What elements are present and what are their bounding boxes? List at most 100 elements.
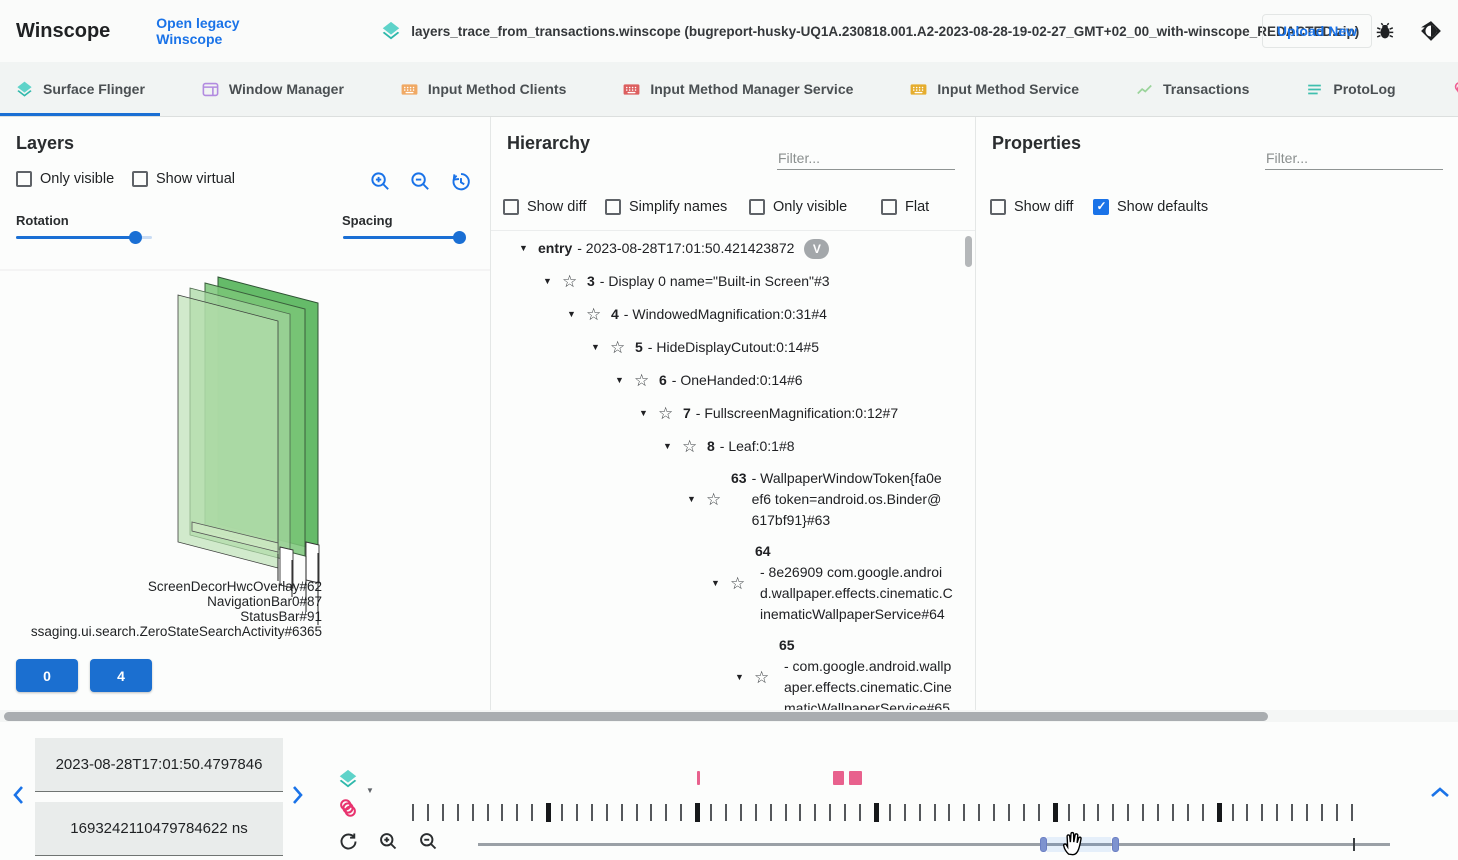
transition-marker[interactable] xyxy=(697,771,700,785)
tab-protolog[interactable]: ProtoLog xyxy=(1290,62,1410,116)
pin-star-icon[interactable]: ☆ xyxy=(610,337,635,358)
only-visible-checkbox[interactable] xyxy=(749,199,765,215)
timeline-tick[interactable] xyxy=(1083,804,1085,821)
timeline-tick[interactable] xyxy=(457,804,459,821)
zoom-out-icon[interactable] xyxy=(409,170,432,193)
layers-3d-view[interactable] xyxy=(0,267,490,627)
tree-row[interactable]: ▼ ☆ 6- OneHanded:0:14#6 xyxy=(491,364,961,397)
timeline-tick[interactable] xyxy=(770,804,772,821)
spacing-slider-thumb[interactable] xyxy=(453,231,466,244)
simplify-names-checkbox[interactable] xyxy=(605,199,621,215)
pin-star-icon[interactable]: ☆ xyxy=(562,271,587,292)
timeline-tick[interactable] xyxy=(412,804,414,821)
timeline-tick[interactable] xyxy=(442,804,444,821)
tab-input-method-manager-service[interactable]: Input Method Manager Service xyxy=(607,62,868,116)
tree-row[interactable]: ▼ ☆ 3- Display 0 name="Built-in Screen"#… xyxy=(491,265,961,298)
expand-caret-icon[interactable]: ▼ xyxy=(639,403,658,424)
layer-rect[interactable] xyxy=(190,288,290,561)
layer-rect-navbar[interactable] xyxy=(192,522,278,552)
tree-row[interactable]: ▼ ☆ 5- HideDisplayCutout:0:14#5 xyxy=(491,331,961,364)
upload-new-button[interactable]: Upload New xyxy=(1262,14,1372,48)
rotation-slider-thumb[interactable] xyxy=(129,231,142,244)
tree-row[interactable]: ▼ ☆ 4- WindowedMagnification:0:31#4 xyxy=(491,298,961,331)
timeline-tick[interactable] xyxy=(874,803,879,822)
expand-caret-icon[interactable]: ▼ xyxy=(591,337,610,358)
chevron-down-icon[interactable]: ▼ xyxy=(366,786,374,795)
timeline-tick[interactable] xyxy=(1202,804,1204,821)
timeline-tick[interactable] xyxy=(785,804,787,821)
timeline-tick[interactable] xyxy=(1246,804,1248,821)
display-button-4[interactable]: 4 xyxy=(90,659,152,692)
rotation-slider[interactable] xyxy=(16,236,152,239)
timeline-tick[interactable] xyxy=(576,804,578,821)
layer-rect-small[interactable] xyxy=(306,542,319,583)
tree-row[interactable]: ▼ ☆ 63- WallpaperWindowToken{fa0eef6 tok… xyxy=(491,463,961,536)
zoom-slider-right-handle[interactable] xyxy=(1112,837,1119,852)
human-timestamp-input[interactable] xyxy=(35,738,283,792)
timeline-tick[interactable] xyxy=(1336,804,1338,821)
bug-report-icon[interactable] xyxy=(1374,20,1396,42)
tree-row[interactable]: ▼ ☆ 64- 8e26909 com.google.android.wallp… xyxy=(491,536,961,630)
pin-star-icon[interactable]: ☆ xyxy=(634,370,659,391)
tab-window-manager[interactable]: Window Manager xyxy=(186,62,359,116)
tab-transitions[interactable]: Transitions xyxy=(1437,62,1458,116)
horizontal-scrollbar-track[interactable] xyxy=(0,710,1458,722)
tab-transactions[interactable]: Transactions xyxy=(1120,62,1264,116)
timeline-tick[interactable] xyxy=(1097,804,1099,821)
open-legacy-link[interactable]: Open legacy Winscope xyxy=(156,15,294,47)
timeline-tick[interactable] xyxy=(1217,803,1222,822)
timeline-tick[interactable] xyxy=(978,804,980,821)
tree-row[interactable]: ▼ ☆ 8- Leaf:0:1#8 xyxy=(491,430,961,463)
timeline-tick[interactable] xyxy=(561,804,563,821)
timeline-tick[interactable] xyxy=(621,804,623,821)
ns-timestamp-input[interactable] xyxy=(35,802,283,856)
expand-caret-icon[interactable]: ▼ xyxy=(735,667,754,688)
only-visible-checkbox[interactable] xyxy=(16,171,32,187)
hierarchy-filter-input[interactable] xyxy=(777,147,955,170)
transition-circles-icon[interactable] xyxy=(337,797,359,819)
timeline-tick[interactable] xyxy=(695,803,700,822)
timeline-tick[interactable] xyxy=(1023,804,1025,821)
display-button-0[interactable]: 0 xyxy=(16,659,78,692)
timeline-tick[interactable] xyxy=(844,804,846,821)
timeline-zoom-slider[interactable] xyxy=(478,836,1390,854)
timeline-tick[interactable] xyxy=(531,804,533,821)
timeline-tick[interactable] xyxy=(1157,804,1159,821)
timeline-tick[interactable] xyxy=(1187,804,1189,821)
pin-star-icon[interactable]: ☆ xyxy=(586,304,611,325)
transition-marker[interactable] xyxy=(833,771,844,785)
hierarchy-scrollbar[interactable] xyxy=(965,236,972,267)
expand-caret-icon[interactable]: ▼ xyxy=(567,304,586,325)
timeline-tick[interactable] xyxy=(993,804,995,821)
timeline-tick[interactable] xyxy=(1306,804,1308,821)
timeline-tick[interactable] xyxy=(859,804,861,821)
tab-input-method-service[interactable]: Input Method Service xyxy=(894,62,1094,116)
refresh-icon[interactable] xyxy=(338,831,359,852)
timeline-tick[interactable] xyxy=(814,804,816,821)
chevron-right-icon[interactable] xyxy=(288,784,306,806)
timeline-tick[interactable] xyxy=(934,804,936,821)
timeline-tick[interactable] xyxy=(904,804,906,821)
timeline-tick[interactable] xyxy=(1321,804,1323,821)
timeline-tick[interactable] xyxy=(889,804,891,821)
timeline-tick[interactable] xyxy=(1008,804,1010,821)
timeline-tick[interactable] xyxy=(1053,803,1058,822)
timeline-tick[interactable] xyxy=(1127,804,1129,821)
timeline-tick[interactable] xyxy=(472,804,474,821)
pin-star-icon[interactable]: ☆ xyxy=(730,573,755,594)
timeline-tick[interactable] xyxy=(963,804,965,821)
timeline-tick[interactable] xyxy=(516,804,518,821)
timeline-tick[interactable] xyxy=(665,804,667,821)
expand-caret-icon[interactable]: ▼ xyxy=(687,489,706,510)
timeline-tick[interactable] xyxy=(725,804,727,821)
zoom-in-icon[interactable] xyxy=(369,170,392,193)
timeline-tick[interactable] xyxy=(1142,804,1144,821)
timeline-tick[interactable] xyxy=(501,804,503,821)
expand-caret-icon[interactable]: ▼ xyxy=(543,271,562,292)
dark-mode-icon[interactable] xyxy=(1420,20,1442,42)
timeline-tick[interactable] xyxy=(427,804,429,821)
timeline-tick[interactable] xyxy=(740,804,742,821)
pin-star-icon[interactable]: ☆ xyxy=(706,489,731,510)
timeline-tick[interactable] xyxy=(1232,804,1234,821)
show-virtual-checkbox[interactable] xyxy=(132,171,148,187)
